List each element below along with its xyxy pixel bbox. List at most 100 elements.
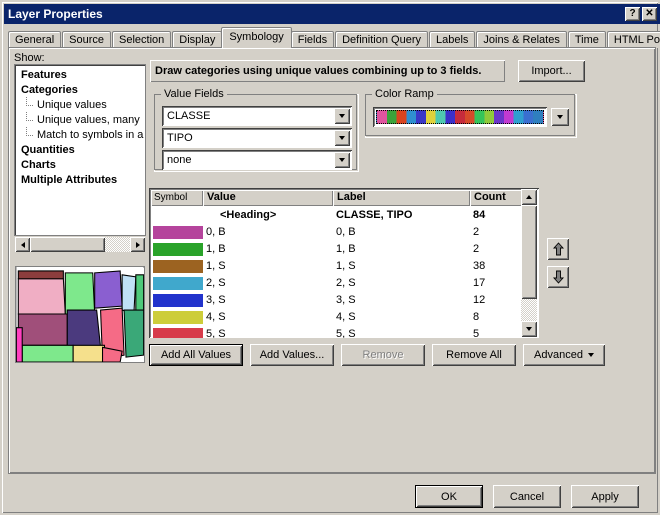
show-tree-horizontal-scrollbar[interactable] [15,237,145,252]
symbol-swatch[interactable] [153,226,203,239]
value-cell[interactable]: <Heading> [203,207,333,224]
value-cell[interactable]: 5, S [203,326,333,338]
symbol-table-vertical-scrollbar[interactable] [521,189,537,337]
import-button[interactable]: Import... [518,60,585,82]
table-row[interactable]: 1, B 1, B2 [151,241,537,258]
symbol-cell[interactable] [151,309,203,326]
scroll-right-icon[interactable] [130,237,145,252]
symbol-table[interactable]: Symbol Value Label Count <Heading> CLASSE… [149,188,539,338]
symbol-cell[interactable] [151,326,203,338]
chevron-down-icon[interactable] [551,108,569,126]
scrollbar-thumb[interactable] [521,205,537,299]
symbol-swatch[interactable] [153,311,203,324]
tree-item-features[interactable]: Features [19,68,145,83]
tab-definition-query[interactable]: Definition Query [335,31,428,48]
symbol-cell[interactable] [151,207,203,224]
symbol-cell[interactable] [151,224,203,241]
tab-fields[interactable]: Fields [290,31,335,48]
count-cell[interactable]: 2 [470,241,528,258]
ok-button[interactable]: OK [415,485,483,508]
color-ramp-selector[interactable] [373,107,547,127]
move-up-button[interactable] [547,238,569,260]
tab-general[interactable]: General [8,31,62,48]
add-values-button[interactable]: Add Values... [250,344,334,366]
symbol-cell[interactable] [151,292,203,309]
tab-selection[interactable]: Selection [112,31,172,48]
symbol-swatch[interactable] [153,328,203,338]
tree-item-match-to-symbols[interactable]: Match to symbols in a [19,127,145,143]
value-cell[interactable]: 0, B [203,224,333,241]
chevron-down-icon[interactable] [334,108,350,124]
help-button[interactable]: ? [625,7,640,21]
tree-item-quantities[interactable]: Quantities [19,143,145,158]
symbol-swatch[interactable] [153,260,203,273]
symbol-cell[interactable] [151,258,203,275]
value-field-2-combo[interactable]: TIPO [162,128,352,148]
column-header-symbol[interactable]: Symbol [151,190,203,206]
table-row[interactable]: <Heading> CLASSE, TIPO 84 [151,207,537,224]
tab-source[interactable]: Source [62,31,111,48]
symbol-swatch[interactable] [153,277,203,290]
count-cell[interactable]: 12 [470,292,528,309]
value-cell[interactable]: 2, S [203,275,333,292]
label-cell[interactable]: 4, S [333,309,470,326]
remove-all-button[interactable]: Remove All [432,344,516,366]
chevron-down-icon[interactable] [334,130,350,146]
scroll-left-icon[interactable] [15,237,30,252]
table-row[interactable]: 5, S 5, S5 [151,326,537,338]
tree-item-categories[interactable]: Categories [19,83,145,98]
close-icon[interactable]: ✕ [642,7,657,21]
tab-html-popup[interactable]: HTML Popup [606,31,660,48]
scrollbar-track[interactable] [30,237,130,252]
label-cell[interactable]: 5, S [333,326,470,338]
cancel-button[interactable]: Cancel [493,485,561,508]
tree-item-unique-values-many[interactable]: Unique values, many [19,112,145,128]
show-tree[interactable]: Features Categories Unique values Unique… [14,64,146,236]
tree-item-unique-values[interactable]: Unique values [19,97,145,113]
column-header-count[interactable]: Count [470,190,528,206]
count-cell[interactable]: 5 [470,326,528,338]
apply-button[interactable]: Apply [571,485,639,508]
tab-display[interactable]: Display [172,31,223,48]
label-cell[interactable]: CLASSE, TIPO [333,207,470,224]
value-cell[interactable]: 1, S [203,258,333,275]
tree-item-multiple-attributes[interactable]: Multiple Attributes [19,173,145,188]
symbol-swatch[interactable] [153,294,203,307]
scrollbar-thumb[interactable] [30,237,105,252]
count-cell[interactable]: 17 [470,275,528,292]
label-cell[interactable]: 1, B [333,241,470,258]
table-row[interactable]: 1, S 1, S 38 [151,258,537,275]
count-cell[interactable]: 38 [470,258,528,275]
value-cell[interactable]: 4, S [203,309,333,326]
advanced-button[interactable]: Advanced [523,344,605,366]
scroll-up-icon[interactable] [521,189,537,205]
value-cell[interactable]: 3, S [203,292,333,309]
symbol-swatch[interactable] [153,243,203,256]
column-header-value[interactable]: Value [203,190,333,206]
move-down-button[interactable] [547,266,569,288]
chevron-down-icon[interactable] [334,152,350,168]
count-cell[interactable]: 84 [470,207,528,224]
column-header-label[interactable]: Label [333,190,470,206]
value-cell[interactable]: 1, B [203,241,333,258]
count-cell[interactable]: 8 [470,309,528,326]
label-cell[interactable]: 2, S [333,275,470,292]
table-row[interactable]: 3, S 3, S 12 [151,292,537,309]
tab-labels[interactable]: Labels [428,31,476,48]
table-row[interactable]: 0, B 0, B2 [151,224,537,241]
count-cell[interactable]: 2 [470,224,528,241]
symbol-cell[interactable] [151,241,203,258]
label-cell[interactable]: 1, S [333,258,470,275]
table-row[interactable]: 4, S 4, S8 [151,309,537,326]
scrollbar-track[interactable] [521,205,537,321]
table-row[interactable]: 2, S 2, S 17 [151,275,537,292]
symbol-cell[interactable] [151,275,203,292]
scroll-down-icon[interactable] [521,321,537,337]
label-cell[interactable]: 0, B [333,224,470,241]
tree-item-charts[interactable]: Charts [19,158,145,173]
value-field-1-combo[interactable]: CLASSE [162,106,352,126]
value-field-3-combo[interactable]: none [162,150,352,170]
tab-joins-relates[interactable]: Joins & Relates [476,31,567,48]
label-cell[interactable]: 3, S [333,292,470,309]
tab-time[interactable]: Time [567,31,606,48]
